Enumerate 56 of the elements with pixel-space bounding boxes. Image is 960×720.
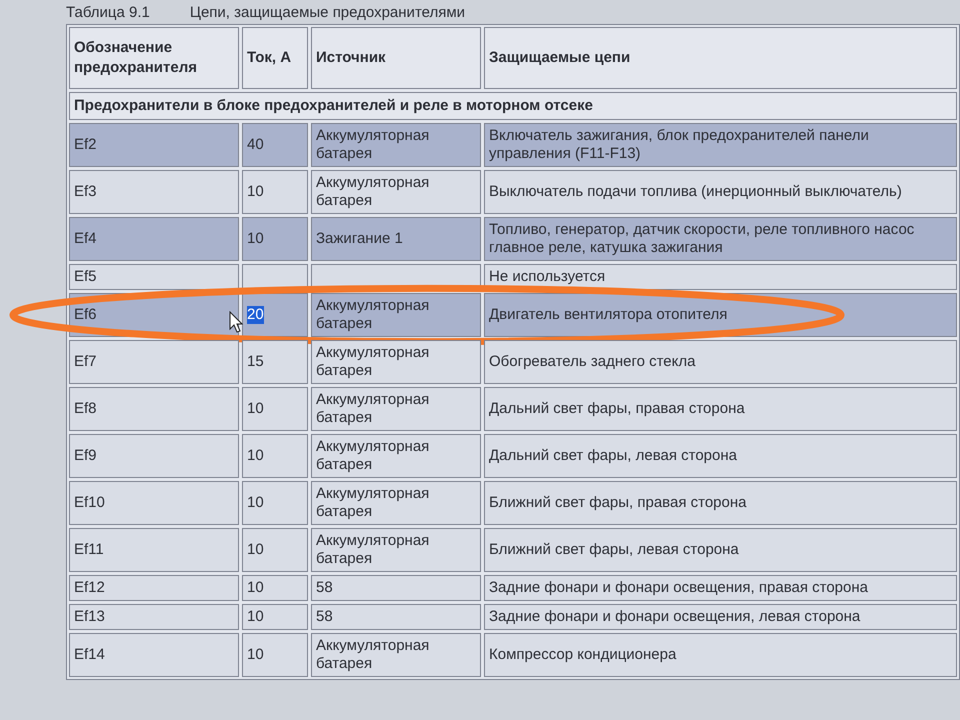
source-cell: 58: [311, 604, 481, 630]
fuse-cell: Ef10: [69, 481, 239, 525]
column-header: Ток, А: [242, 27, 308, 89]
table-title: Цепи, защищаемые предохранителями: [190, 3, 466, 23]
column-header: Обозначение предохранителя: [69, 27, 239, 89]
current-cell: 10: [242, 528, 308, 572]
current-cell: 20: [242, 293, 308, 337]
current-cell: 15: [242, 340, 308, 384]
source-cell: Аккумуляторная батарея: [311, 481, 481, 525]
table-number: Таблица 9.1: [66, 3, 150, 23]
circuit-cell: Дальний свет фары, правая сторона: [484, 387, 957, 431]
circuit-cell: Выключатель подачи топлива (инерционный выключатель): [484, 170, 957, 214]
source-cell: Аккумуляторная батарея: [311, 434, 481, 478]
circuit-cell: Не используется: [484, 264, 957, 290]
circuit-cell: Ближний свет фары, левая сторона: [484, 528, 957, 572]
mouse-pointer-icon: [230, 311, 243, 333]
fuse-cell: Ef13: [69, 604, 239, 630]
column-header: Защищаемые цепи: [484, 27, 957, 89]
source-cell: Аккумуляторная батарея: [311, 387, 481, 431]
source-cell: Аккумуляторная батарея: [311, 528, 481, 572]
fuse-cell: Ef14: [69, 633, 239, 677]
source-cell: Аккумуляторная батарея: [311, 340, 481, 384]
circuit-cell: Ближний свет фары, правая сторона: [484, 481, 957, 525]
column-header: Источник: [311, 27, 481, 89]
fuse-cell: Ef9: [69, 434, 239, 478]
current-cell: 10: [242, 633, 308, 677]
fuse-cell: Ef11: [69, 528, 239, 572]
circuit-cell: Задние фонари и фонари освещения, левая сторона: [484, 604, 957, 630]
fuse-cell: Ef5: [69, 264, 239, 290]
source-cell: Аккумуляторная батарея: [311, 123, 481, 167]
circuit-cell: Включатель зажигания, блок предохранителей панели управления (F11-F13): [484, 123, 957, 167]
source-cell: Аккумуляторная батарея: [311, 633, 481, 677]
fuse-cell: Ef2: [69, 123, 239, 167]
fuse-cell: Ef7: [69, 340, 239, 384]
current-cell: 10: [242, 481, 308, 525]
source-cell: Аккумуляторная батарея: [311, 170, 481, 214]
current-cell: 10: [242, 604, 308, 630]
source-cell: 58: [311, 575, 481, 601]
source-cell: Зажигание 1: [311, 217, 481, 261]
current-cell: 10: [242, 217, 308, 261]
circuit-cell: Обогреватель заднего стекла: [484, 340, 957, 384]
fuse-cell: Ef12: [69, 575, 239, 601]
circuit-cell: Топливо, генератор, датчик скорости, реле топливного насос главное реле, катушка зажигания: [484, 217, 957, 261]
circuit-cell: Дальний свет фары, левая сторона: [484, 434, 957, 478]
current-cell: 10: [242, 575, 308, 601]
fuse-cell: Ef8: [69, 387, 239, 431]
current-cell: 10: [242, 170, 308, 214]
source-cell: Аккумуляторная батарея: [311, 293, 481, 337]
current-cell: 10: [242, 434, 308, 478]
section-heading: Предохранители в блоке предохранителей и реле в моторном отсеке: [69, 92, 957, 120]
fuse-cell: Ef4: [69, 217, 239, 261]
current-cell: 40: [242, 123, 308, 167]
fuse-cell: Ef3: [69, 170, 239, 214]
circuit-cell: Компрессор кондиционера: [484, 633, 957, 677]
current-cell: 10: [242, 387, 308, 431]
circuit-cell: Задние фонари и фонари освещения, правая сторона: [484, 575, 957, 601]
